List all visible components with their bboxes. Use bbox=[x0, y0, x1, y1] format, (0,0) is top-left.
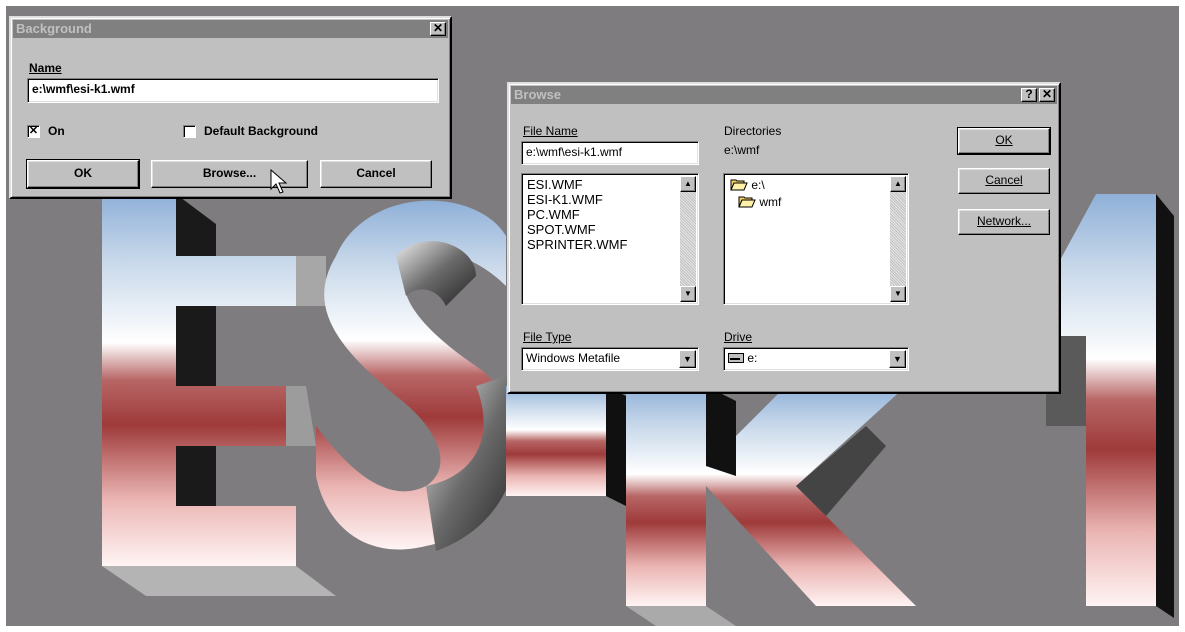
file-type-label-text: File Type bbox=[523, 330, 572, 344]
list-item[interactable]: SPOT.WMF bbox=[522, 222, 698, 237]
desktop: Background ✕ Name e:\wmf\esi-k1.wmf ✕ On… bbox=[6, 6, 1179, 626]
browse-dialog: Browse ? ✕ File Name e:\wmf\esi-k1.wmf E… bbox=[507, 82, 1061, 394]
scroll-down-icon[interactable]: ▼ bbox=[890, 286, 906, 302]
chevron-down-icon[interactable]: ▼ bbox=[679, 350, 696, 368]
network-label: Network... bbox=[976, 214, 1031, 228]
name-field-value: e:\wmf\esi-k1.wmf bbox=[32, 82, 135, 96]
current-directory: e:\wmf bbox=[724, 143, 760, 157]
browse-cancel-label: Cancel bbox=[985, 173, 1023, 187]
file-type-label: File Type bbox=[523, 330, 571, 344]
file-name-input[interactable]: e:\wmf\esi-k1.wmf bbox=[521, 141, 699, 165]
drive-label: Drive bbox=[724, 330, 752, 344]
default-background-label: Default Background bbox=[204, 124, 319, 138]
background-title: Background bbox=[16, 21, 92, 36]
file-list-scrollbar[interactable]: ▲ ▼ bbox=[680, 176, 696, 302]
scroll-up-icon[interactable]: ▲ bbox=[680, 176, 696, 192]
directory-name: e:\ bbox=[751, 178, 765, 192]
browse-cancel-button[interactable]: Cancel bbox=[958, 168, 1050, 194]
open-folder-icon bbox=[730, 179, 748, 191]
on-label: On bbox=[48, 124, 65, 138]
directory-list-scrollbar[interactable]: ▲ ▼ bbox=[890, 176, 906, 302]
file-name-label-text: File Name bbox=[523, 124, 578, 138]
default-background-checkbox[interactable] bbox=[183, 125, 196, 138]
background-dialog: Background ✕ Name e:\wmf\esi-k1.wmf ✕ On… bbox=[9, 16, 452, 199]
hard-drive-icon bbox=[728, 353, 744, 363]
drive-value: e: bbox=[747, 351, 758, 365]
on-checkbox[interactable]: ✕ bbox=[27, 125, 40, 138]
open-folder-icon bbox=[738, 196, 756, 208]
close-icon[interactable]: ✕ bbox=[1039, 88, 1055, 102]
list-item[interactable]: ESI-K1.WMF bbox=[522, 192, 698, 207]
directory-item-wmf[interactable]: wmf bbox=[738, 195, 781, 209]
browse-titlebar: Browse ? ✕ bbox=[511, 86, 1057, 104]
name-field[interactable]: e:\wmf\esi-k1.wmf bbox=[27, 78, 439, 103]
file-type-value: Windows Metafile bbox=[526, 351, 621, 365]
directory-name: wmf bbox=[759, 195, 782, 209]
scroll-up-icon[interactable]: ▲ bbox=[890, 176, 906, 192]
directory-item-root[interactable]: e:\ bbox=[730, 178, 765, 192]
background-titlebar: Background ✕ bbox=[13, 20, 448, 38]
drive-select[interactable]: e: ▼ bbox=[723, 347, 909, 371]
scroll-down-icon[interactable]: ▼ bbox=[680, 286, 696, 302]
cancel-button[interactable]: Cancel bbox=[320, 160, 432, 188]
directories-label: Directories bbox=[724, 124, 782, 138]
list-item[interactable]: SPRINTER.WMF bbox=[522, 237, 698, 252]
file-list[interactable]: ESI.WMF ESI-K1.WMF PC.WMF SPOT.WMF SPRIN… bbox=[521, 173, 699, 305]
browse-title: Browse bbox=[514, 87, 561, 102]
chevron-down-icon[interactable]: ▼ bbox=[889, 350, 906, 368]
file-name-label: File Name bbox=[523, 124, 578, 138]
browse-ok-button[interactable]: OK bbox=[957, 127, 1051, 155]
list-item[interactable]: ESI.WMF bbox=[522, 177, 698, 192]
file-type-select[interactable]: Windows Metafile ▼ bbox=[521, 347, 699, 371]
close-icon[interactable]: ✕ bbox=[430, 22, 446, 36]
ok-button[interactable]: OK bbox=[26, 159, 140, 189]
list-item[interactable]: PC.WMF bbox=[522, 207, 698, 222]
file-name-value: e:\wmf\esi-k1.wmf bbox=[526, 145, 623, 159]
drive-label-text: Drive bbox=[724, 330, 753, 344]
name-label-text: Name bbox=[29, 61, 62, 75]
help-icon[interactable]: ? bbox=[1021, 88, 1037, 102]
directory-list[interactable]: e:\ wmf ▲ ▼ bbox=[723, 173, 909, 305]
browse-ok-label: OK bbox=[995, 133, 1013, 147]
mouse-cursor-icon bbox=[270, 169, 288, 194]
name-label: Name bbox=[29, 61, 62, 75]
network-button[interactable]: Network... bbox=[958, 209, 1050, 235]
